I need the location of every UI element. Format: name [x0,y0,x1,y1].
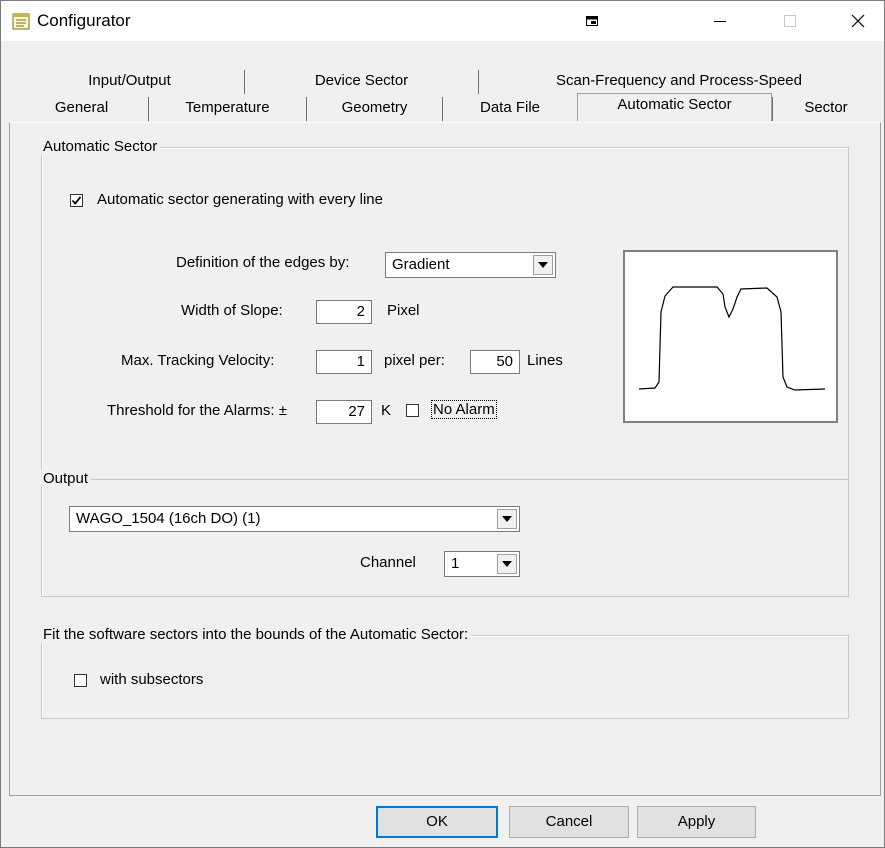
lines-unit: Lines [527,352,563,369]
profile-preview [623,250,838,423]
minimize-icon[interactable] [697,1,743,41]
subsectors-checkbox[interactable] [74,674,87,687]
tab-temperature[interactable]: Temperature [149,97,307,121]
edges-label: Definition of the edges by: [176,254,350,271]
restore-icon[interactable] [569,1,615,41]
output-divider [42,479,848,480]
channel-combobox[interactable]: 1 [444,551,520,577]
lines-input[interactable]: 50 [470,350,520,374]
slope-label: Width of Slope: [181,302,283,319]
tab-automatic-sector[interactable]: Automatic Sector [577,93,772,121]
output-device-combobox[interactable]: WAGO_1504 (16ch DO) (1) [69,506,520,532]
slope-unit: Pixel [387,302,420,319]
tab-sector[interactable]: Sector [772,97,879,121]
cancel-button[interactable]: Cancel [509,806,629,838]
auto-generate-label: Automatic sector generating with every l… [97,191,383,208]
tab-geometry[interactable]: Geometry [307,97,443,121]
tab-data-file[interactable]: Data File [443,97,577,121]
tab-general[interactable]: General [15,97,149,121]
chevron-down-icon[interactable] [533,255,553,275]
close-icon[interactable] [835,1,881,41]
channel-label: Channel [360,554,416,571]
no-alarm-label: No Alarm [431,400,497,419]
velocity-mid-label: pixel per: [384,352,445,369]
threshold-input[interactable]: 27 [316,400,372,424]
apply-button[interactable]: Apply [637,806,756,838]
fit-group-label: Fit the software sectors into the bounds… [41,626,472,643]
threshold-label: Threshold for the Alarms: ± [107,402,287,419]
slope-input[interactable]: 2 [316,300,372,324]
automatic-sector-group-label: Automatic Sector [41,138,161,155]
chevron-down-icon[interactable] [497,554,517,574]
notepad-icon [12,12,30,30]
tab-scan-frequency[interactable]: Scan-Frequency and Process-Speed [479,70,879,94]
velocity-input[interactable]: 1 [316,350,372,374]
output-group-label: Output [41,470,92,487]
threshold-unit: K [381,402,392,419]
configurator-window: Configurator Input/Output Device Sector … [0,0,885,848]
subsectors-label: with subsectors [100,671,204,688]
velocity-label: Max. Tracking Velocity: [121,352,275,369]
no-alarm-checkbox[interactable] [406,404,419,417]
title-bar: Configurator [1,1,884,41]
edges-combobox[interactable]: Gradient [385,252,556,278]
ok-button[interactable]: OK [376,806,498,838]
tab-device-sector[interactable]: Device Sector [245,70,479,94]
window-title: Configurator [37,11,131,30]
chevron-down-icon[interactable] [497,509,517,529]
tab-input-output[interactable]: Input/Output [15,70,245,94]
maximize-icon [767,1,813,41]
auto-generate-checkbox[interactable] [70,194,83,207]
